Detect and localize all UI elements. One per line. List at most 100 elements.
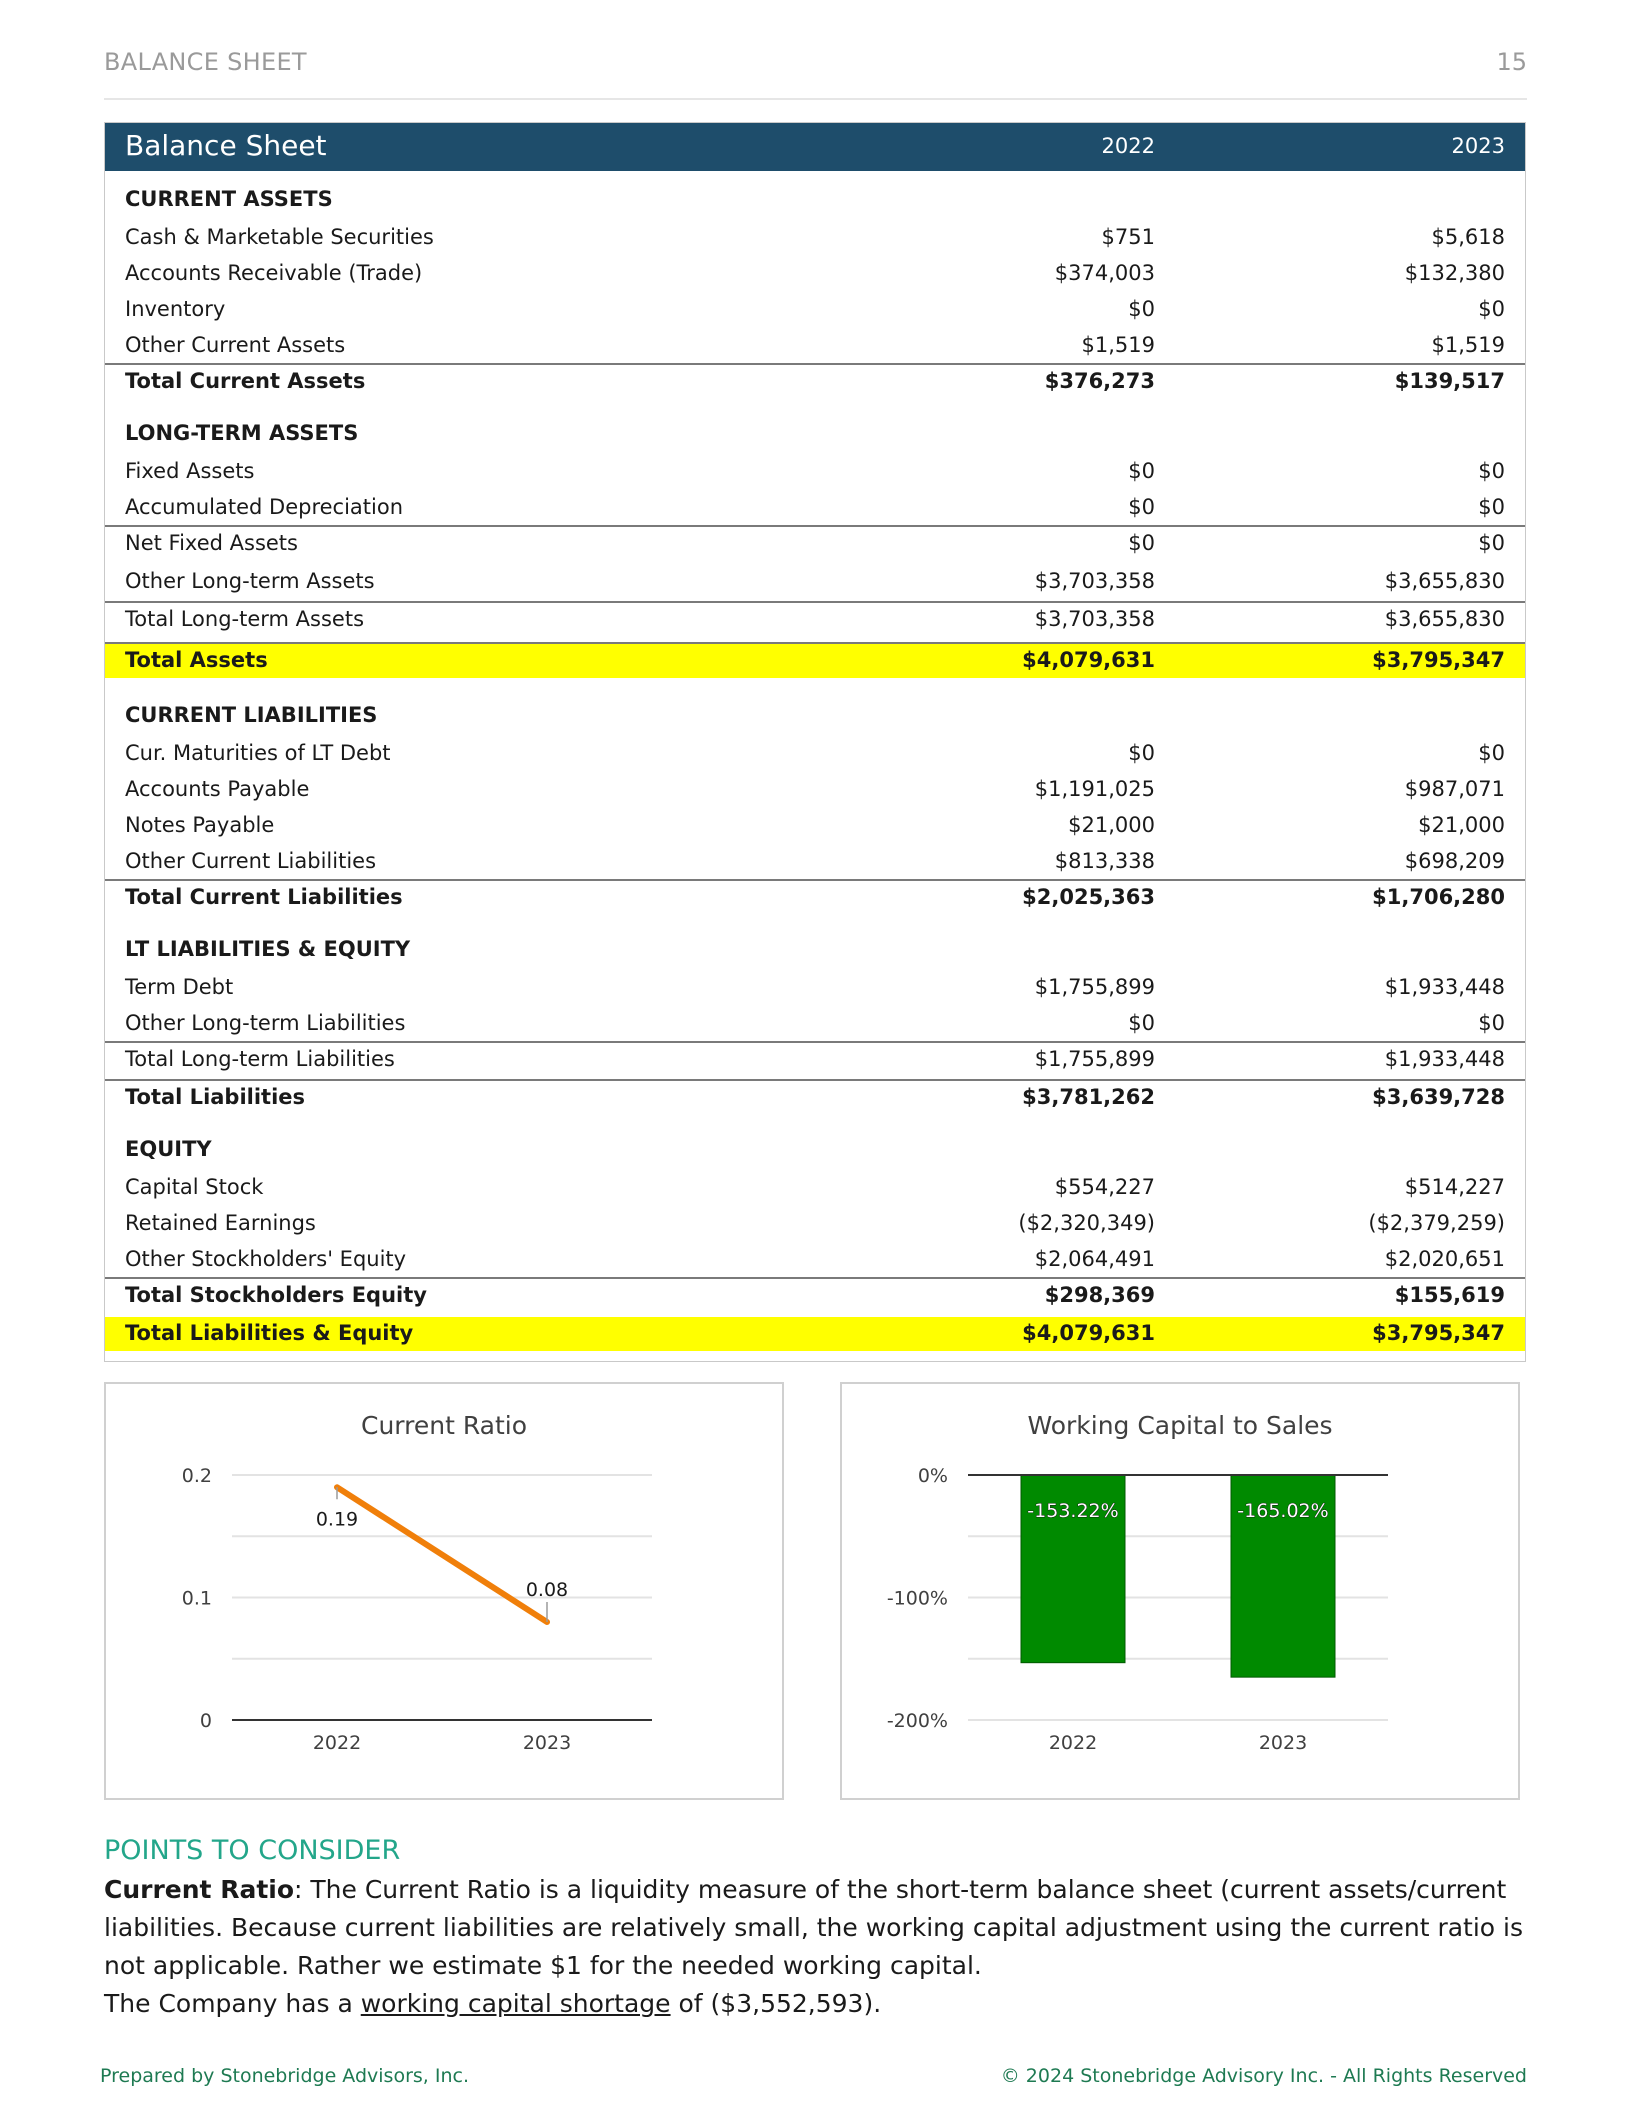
row-value-2022: $0 bbox=[1128, 459, 1155, 483]
table-row: Other Long-term Liabilities $0 $0 bbox=[105, 1007, 1525, 1041]
row-value-2023: $1,933,448 bbox=[1384, 975, 1505, 999]
data-label: -165.02% bbox=[1237, 1500, 1328, 1522]
row-label: Other Current Liabilities bbox=[125, 849, 377, 873]
row-value-2022: $3,703,358 bbox=[1034, 607, 1155, 631]
row-value-2022: $298,369 bbox=[1044, 1283, 1155, 1307]
row-value-2023: $5,618 bbox=[1431, 225, 1505, 249]
row-value-2022: $0 bbox=[1128, 495, 1155, 519]
table-row: Cash & Marketable Securities $751 $5,618 bbox=[105, 221, 1525, 255]
row-value-2022: $376,273 bbox=[1044, 369, 1155, 393]
section-lt-liabilities-equity: LT LIABILITIES & EQUITY bbox=[125, 937, 411, 961]
y-tick-label: 0.1 bbox=[182, 1588, 212, 1610]
row-label: Total Liabilities bbox=[125, 1085, 306, 1109]
row-label: Total Liabilities & Equity bbox=[125, 1321, 414, 1345]
row-label: Other Long-term Assets bbox=[125, 569, 375, 593]
points-heading: POINTS TO CONSIDER bbox=[104, 1835, 401, 1866]
row-value-2022: $813,338 bbox=[1054, 849, 1155, 873]
row-label: Cur. Maturities of LT Debt bbox=[125, 741, 391, 765]
table-row: Total Long-term Liabilities $1,755,899 $… bbox=[105, 1041, 1525, 1077]
row-label: Fixed Assets bbox=[125, 459, 255, 483]
row-value-2023: $3,795,347 bbox=[1372, 648, 1505, 672]
current-ratio-svg: Current Ratio 0 0.1 0.2 2022 2023 0.19 0.08 bbox=[182, 1411, 652, 1754]
row-value-2023: $3,639,728 bbox=[1372, 1085, 1505, 1109]
x-tick-label: 2022 bbox=[313, 1732, 361, 1754]
row-label: Accounts Payable bbox=[125, 777, 310, 801]
current-ratio-label: Current Ratio bbox=[104, 1875, 295, 1904]
table-row: Accumulated Depreciation $0 $0 bbox=[105, 491, 1525, 525]
table-title: Balance Sheet bbox=[125, 129, 327, 162]
table-row: Other Current Liabilities $813,338 $698,… bbox=[105, 845, 1525, 879]
table-row: Other Current Assets $1,519 $1,519 bbox=[105, 329, 1525, 363]
row-value-2023: $0 bbox=[1478, 1011, 1505, 1035]
x-tick-label: 2023 bbox=[1259, 1732, 1307, 1754]
row-value-2023: $21,000 bbox=[1418, 813, 1505, 837]
row-value-2022: $3,781,262 bbox=[1022, 1085, 1155, 1109]
row-value-2023: $1,933,448 bbox=[1384, 1047, 1505, 1071]
row-value-2022: $374,003 bbox=[1054, 261, 1155, 285]
section-long-term-assets: LONG-TERM ASSETS bbox=[125, 421, 359, 445]
row-value-2022: ($2,320,349) bbox=[1018, 1211, 1155, 1235]
row-label: Inventory bbox=[125, 297, 226, 321]
row-label: Total Long-term Assets bbox=[125, 607, 365, 631]
row-value-2022: $2,025,363 bbox=[1022, 885, 1155, 909]
row-value-2022: $0 bbox=[1128, 531, 1155, 555]
working-capital-shortage-link[interactable]: working capital shortage bbox=[361, 1989, 671, 2018]
y-tick-label: -100% bbox=[887, 1588, 948, 1610]
row-value-2023: $1,519 bbox=[1431, 333, 1505, 357]
table-row: Fixed Assets $0 $0 bbox=[105, 455, 1525, 489]
table-row-total-liabilities-equity: Total Liabilities & Equity $4,079,631 $3… bbox=[105, 1317, 1525, 1351]
row-value-2022: $4,079,631 bbox=[1022, 1321, 1155, 1345]
column-year-2022: 2022 bbox=[1101, 134, 1155, 158]
working-capital-svg: Working Capital to Sales 0% -100% -200% 2022… bbox=[887, 1411, 1388, 1754]
table-row: Net Fixed Assets $0 $0 bbox=[105, 525, 1525, 561]
row-label: Total Long-term Liabilities bbox=[125, 1047, 395, 1071]
row-value-2023: $987,071 bbox=[1404, 777, 1505, 801]
row-value-2023: $3,655,830 bbox=[1384, 569, 1505, 593]
data-label: -153.22% bbox=[1027, 1500, 1118, 1522]
row-value-2023: $698,209 bbox=[1404, 849, 1505, 873]
table-row: Total Long-term Assets $3,703,358 $3,655… bbox=[105, 601, 1525, 637]
row-value-2023: $2,020,651 bbox=[1384, 1247, 1505, 1271]
row-label: Other Current Assets bbox=[125, 333, 346, 357]
row-value-2022: $3,703,358 bbox=[1034, 569, 1155, 593]
table-row-total: Total Liabilities $3,781,262 $3,639,728 bbox=[105, 1079, 1525, 1115]
page-number: 15 bbox=[1496, 48, 1527, 76]
data-label: 0.19 bbox=[316, 1508, 358, 1530]
x-tick-label: 2022 bbox=[1049, 1732, 1097, 1754]
row-label: Accounts Receivable (Trade) bbox=[125, 261, 423, 285]
row-value-2023: $0 bbox=[1478, 741, 1505, 765]
row-value-2022: $0 bbox=[1128, 297, 1155, 321]
row-value-2022: $554,227 bbox=[1054, 1175, 1155, 1199]
table-row: Term Debt $1,755,899 $1,933,448 bbox=[105, 971, 1525, 1005]
row-value-2022: $4,079,631 bbox=[1022, 648, 1155, 672]
current-ratio-chart: Current Ratio 0 0.1 0.2 2022 2023 0.19 0.08 bbox=[104, 1382, 784, 1800]
row-value-2023: $3,795,347 bbox=[1372, 1321, 1505, 1345]
row-value-2022: $1,191,025 bbox=[1034, 777, 1155, 801]
row-value-2023: $1,706,280 bbox=[1372, 885, 1505, 909]
row-label: Term Debt bbox=[125, 975, 234, 999]
section-equity: EQUITY bbox=[125, 1137, 212, 1161]
row-label: Retained Earnings bbox=[125, 1211, 316, 1235]
row-value-2023: $3,655,830 bbox=[1384, 607, 1505, 631]
row-label: Cash & Marketable Securities bbox=[125, 225, 434, 249]
table-row: Other Long-term Assets $3,703,358 $3,655… bbox=[105, 565, 1525, 599]
row-value-2022: $1,755,899 bbox=[1034, 1047, 1155, 1071]
row-value-2023: ($2,379,259) bbox=[1368, 1211, 1505, 1235]
header-divider bbox=[104, 98, 1527, 100]
row-value-2022: $0 bbox=[1128, 741, 1155, 765]
balance-sheet-table: Balance Sheet 2022 2023 CURRENT ASSETS C… bbox=[104, 122, 1526, 1362]
table-row: Notes Payable $21,000 $21,000 bbox=[105, 809, 1525, 843]
row-value-2023: $155,619 bbox=[1394, 1283, 1505, 1307]
table-row-total-assets: Total Assets $4,079,631 $3,795,347 bbox=[105, 642, 1525, 678]
y-tick-label: 0 bbox=[200, 1710, 212, 1732]
row-label: Other Stockholders' Equity bbox=[125, 1247, 407, 1271]
shortage-prefix: The Company has a bbox=[104, 1989, 361, 2018]
chart-title: Working Capital to Sales bbox=[1027, 1411, 1332, 1440]
row-label: Notes Payable bbox=[125, 813, 275, 837]
table-row: Other Stockholders' Equity $2,064,491 $2… bbox=[105, 1243, 1525, 1277]
table-row: Capital Stock $554,227 $514,227 bbox=[105, 1171, 1525, 1205]
row-label: Net Fixed Assets bbox=[125, 531, 298, 555]
table-row: Accounts Receivable (Trade) $374,003 $13… bbox=[105, 257, 1525, 291]
row-value-2023: $0 bbox=[1478, 495, 1505, 519]
row-value-2023: $0 bbox=[1478, 531, 1505, 555]
